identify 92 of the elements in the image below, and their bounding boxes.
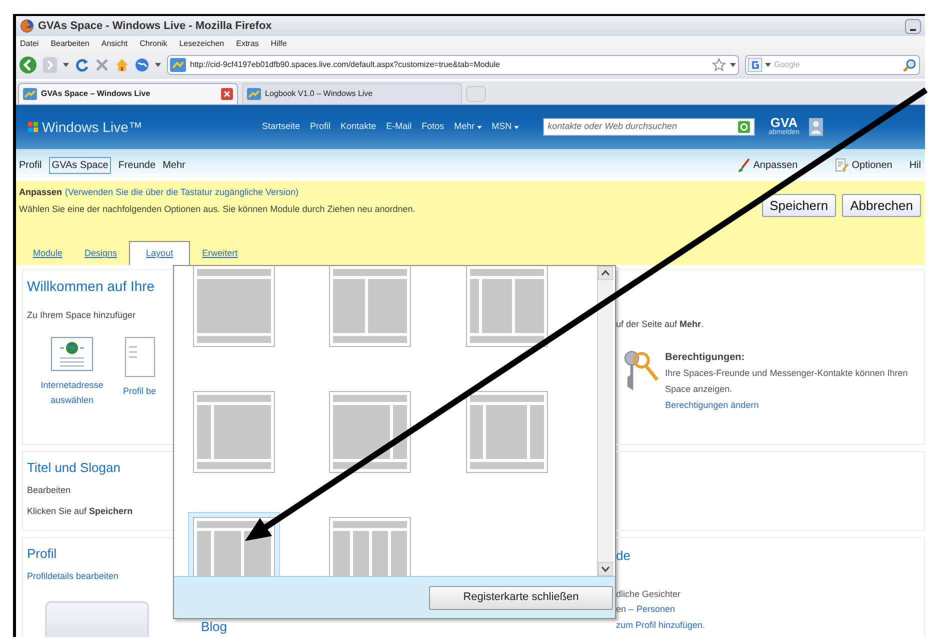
search-go-icon[interactable] xyxy=(738,121,750,133)
module-title: Blog xyxy=(201,619,228,634)
customize-tab[interactable]: Erweitert xyxy=(192,243,248,265)
menu-item[interactable]: Bearbeiten xyxy=(50,38,90,50)
site-search-field[interactable]: kontakte oder Web durchsuchen xyxy=(542,118,755,136)
nav-link[interactable]: MSN xyxy=(492,120,519,134)
scroll-down-icon[interactable] xyxy=(598,562,613,576)
customize-tab[interactable]: Module xyxy=(23,243,73,265)
space-nav-link[interactable]: Freunde xyxy=(118,158,156,172)
menu-item[interactable]: Lesezeichen xyxy=(179,38,224,50)
nav-link[interactable]: Profil xyxy=(310,120,331,134)
home-icon[interactable] xyxy=(115,58,129,72)
module-text: uf der Seite auf Mehr. xyxy=(616,318,705,331)
caret-icon[interactable] xyxy=(765,63,771,67)
caret-icon[interactable] xyxy=(155,63,161,67)
module-text: dliche Gesichter xyxy=(616,588,682,600)
customize-hint: Wählen Sie eine der nachfolgenden Optionen aus. Sie können Module durch Ziehen neu anordnen. xyxy=(19,202,416,216)
caret-icon xyxy=(476,126,482,128)
user-name[interactable]: GVA xyxy=(770,116,798,130)
firefox-logo-icon xyxy=(20,19,34,33)
nav-link[interactable]: Mehr xyxy=(454,120,482,134)
browser-tab[interactable]: GVAs Space – Windows Live xyxy=(18,83,238,104)
site-icon xyxy=(170,58,186,72)
module-link[interactable]: Bearbeiten xyxy=(27,484,173,497)
minimize-button[interactable] xyxy=(905,18,921,34)
user-picture-icon xyxy=(809,118,824,136)
scrollbar[interactable] xyxy=(597,266,613,576)
module-title: Willkommen auf Ihre xyxy=(27,277,156,296)
menu-item[interactable]: Chronik xyxy=(140,38,168,50)
customize-button[interactable]: Abbrechen xyxy=(842,194,921,217)
address-bar[interactable]: http://cid-9cf4197eb01dfb90.spaces.live.com/default.aspx?customize=true&tab=Module xyxy=(167,55,739,75)
module-text: Zu Ihrem Space hinzufüger xyxy=(27,309,137,322)
site-logo[interactable]: Windows Live™ xyxy=(42,116,252,138)
nav-link[interactable]: Startseite xyxy=(262,120,300,134)
menu-item[interactable]: Ansicht xyxy=(101,38,128,50)
scroll-up-icon[interactable] xyxy=(598,266,613,280)
search-icon[interactable] xyxy=(903,58,917,72)
document-pencil-icon xyxy=(834,158,849,172)
search-box[interactable]: Google xyxy=(745,55,920,75)
module-link[interactable]: zum Profil hinzufügen. xyxy=(616,618,924,632)
menu-item[interactable]: Extras xyxy=(236,38,259,50)
star-icon[interactable] xyxy=(712,58,726,72)
module-text: en – xyxy=(616,603,634,616)
keys-icon xyxy=(622,350,660,392)
nav-link[interactable]: Kontakte xyxy=(340,120,376,134)
customize-tab[interactable]: Designs xyxy=(74,243,128,265)
action-link[interactable]: Profil be xyxy=(123,384,156,398)
window-title: GVAs Space - Windows Live - Mozilla Firefox xyxy=(38,18,273,34)
space-nav-link[interactable]: Mehr xyxy=(162,158,186,172)
permissions-text: Ihre Spaces-Freunde und Messenger-Kontakte können Ihren Space anzeigen. xyxy=(665,366,909,396)
caret-icon xyxy=(514,126,519,128)
back-icon[interactable] xyxy=(19,56,37,74)
url-text: http://cid-9cf4197eb01dfb90.spaces.live.com/default.aspx?customize=true&tab=Module xyxy=(190,59,501,71)
module-text: Klicken Sie auf Speichern xyxy=(27,505,134,518)
site-icon xyxy=(23,88,37,100)
menu-item[interactable]: Datei xyxy=(20,38,39,50)
document-icon xyxy=(124,336,155,376)
toolbar-link[interactable]: Anpassen xyxy=(753,158,798,172)
toolbar-link[interactable]: Hil xyxy=(909,158,921,172)
toolbar-link[interactable]: Optionen xyxy=(852,158,892,172)
close-tab-button[interactable]: Registerkarte schließen xyxy=(429,586,613,610)
action-link[interactable]: Internetadresse auswählen xyxy=(27,378,117,408)
customize-button[interactable]: Speichern xyxy=(762,194,836,217)
site-icon xyxy=(247,88,261,100)
permissions-link[interactable]: Berechtigungen ändern xyxy=(665,396,924,412)
permissions-title: Berechtigungen: xyxy=(665,350,746,364)
browser-tab[interactable]: Logbook V1.0 – Windows Live xyxy=(242,83,462,104)
reload-icon[interactable] xyxy=(75,58,89,72)
customize-tab[interactable]: Layout xyxy=(129,241,190,265)
windows-logo-icon xyxy=(28,122,38,132)
space-nav-link[interactable]: Profil xyxy=(19,158,42,172)
close-icon[interactable] xyxy=(221,88,233,100)
search-input[interactable]: Google xyxy=(774,59,900,71)
nav-link[interactable]: E-Mail xyxy=(386,120,412,134)
keyboard-version-link[interactable]: (Verwenden Sie die über die Tastatur zugängliche Version) xyxy=(65,186,298,200)
module-title: de xyxy=(616,547,632,565)
module-link[interactable]: Personen xyxy=(636,603,676,616)
web-page-globe-icon xyxy=(51,336,93,370)
module-link[interactable]: Profildetails bearbeiten xyxy=(27,570,173,583)
globe-icon[interactable] xyxy=(135,58,149,72)
caret-icon[interactable] xyxy=(730,63,736,67)
search-engine-icon xyxy=(748,58,762,72)
nav-link[interactable]: Fotos xyxy=(422,120,444,134)
space-nav-link[interactable]: GVAs Space xyxy=(48,156,112,174)
stop-icon[interactable] xyxy=(95,58,109,72)
module-title: Titel und Slogan xyxy=(27,459,122,477)
caret-icon[interactable] xyxy=(63,63,69,67)
site-search-input[interactable]: kontakte oder Web durchsuchen xyxy=(548,120,738,134)
menu-item[interactable]: Hilfe xyxy=(270,38,287,50)
module-title: Profil xyxy=(27,545,58,563)
customize-title: Anpassen xyxy=(19,186,62,199)
brush-icon xyxy=(738,158,750,172)
